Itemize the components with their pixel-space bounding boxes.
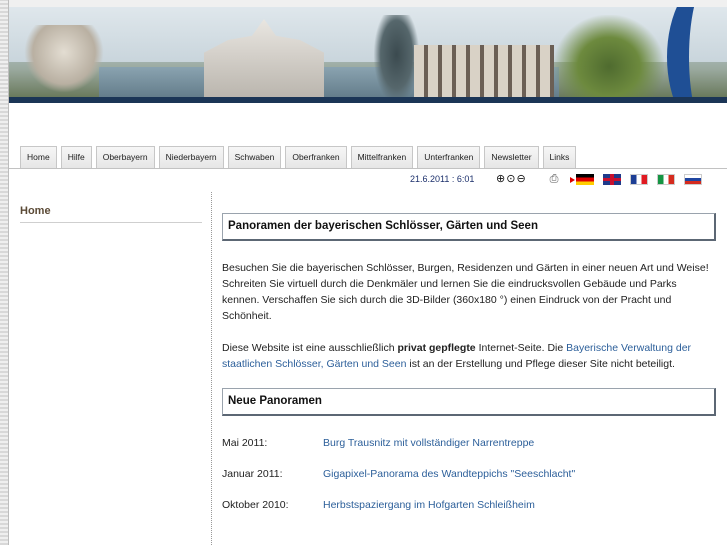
banner-bottom-bar — [9, 97, 727, 103]
flag-french-icon[interactable] — [630, 173, 649, 185]
sidebar: Home — [20, 205, 202, 223]
tab-hilfe[interactable]: Hilfe — [60, 146, 92, 168]
tab-links[interactable]: Links — [542, 146, 577, 168]
section-heading-panoramen: Panoramen der bayerischen Schlösser, Gär… — [222, 213, 716, 241]
zoom-controls: ⊕ ⊙ ⊖ — [496, 173, 526, 185]
banner-swoosh-logo — [667, 7, 727, 103]
column-divider — [211, 192, 212, 545]
tab-niederbayern[interactable]: Niederbayern — [158, 146, 224, 168]
flag-russian-icon[interactable] — [684, 173, 703, 185]
tab-newsletter[interactable]: Newsletter — [484, 146, 539, 168]
news-link[interactable]: Burg Trausnitz mit vollständiger Narrent… — [323, 435, 534, 466]
tab-oberfranken[interactable]: Oberfranken — [285, 146, 347, 168]
banner-colonnade-image — [414, 45, 554, 103]
news-link[interactable]: Gigapixel-Panorama des Wandteppichs "See… — [323, 466, 575, 497]
tab-schwaben[interactable]: Schwaben — [227, 146, 282, 168]
intro-paragraph: Besuchen Sie die bayerischen Schlösser, … — [222, 262, 709, 322]
disclaimer-bold: privat gepflegte — [397, 342, 476, 354]
nav-divider — [9, 168, 727, 169]
tab-oberbayern[interactable]: Oberbayern — [95, 146, 155, 168]
left-decorative-strip — [0, 0, 9, 545]
news-date: Januar 2011: — [222, 468, 283, 480]
banner-garden-image — [554, 15, 664, 101]
date-time-display: 21.6.2011 : 6:01 — [410, 174, 475, 184]
banner-statue-image — [24, 25, 104, 93]
tab-unterfranken[interactable]: Unterfranken — [417, 146, 481, 168]
zoom-reset-icon[interactable]: ⊙ — [506, 173, 515, 185]
tab-home[interactable]: Home — [20, 146, 57, 168]
disclaimer-paragraph: Diese Website ist eine ausschließlich pr… — [222, 340, 716, 372]
disclaimer-text-3: ist an der Erstellung und Pflege dieser … — [406, 358, 675, 370]
news-date: Mai 2011: — [222, 437, 268, 449]
disclaimer-text-2: Internet-Seite. Die — [475, 342, 567, 354]
printer-icon[interactable]: ⎙ — [550, 173, 559, 186]
flag-german-icon[interactable] — [570, 173, 595, 185]
language-flags — [570, 173, 703, 185]
main-nav: Home Hilfe Oberbayern Niederbayern Schwa… — [20, 146, 577, 168]
zoom-in-icon[interactable]: ⊕ — [496, 173, 505, 185]
disclaimer-text-1: Diese Website ist eine ausschließlich — [222, 342, 398, 354]
list-item: Oktober 2010: Herbstspaziergang im Hofga… — [222, 497, 716, 528]
flag-english-icon[interactable] — [603, 173, 622, 185]
header-banner — [9, 0, 727, 103]
section-heading-neue-panoramen: Neue Panoramen — [222, 388, 716, 416]
banner-figure-image — [374, 15, 419, 103]
news-link[interactable]: Herbstspaziergang im Hofgarten Schleißhe… — [323, 497, 535, 528]
list-item: Januar 2011: Gigapixel-Panorama des Wand… — [222, 466, 716, 497]
toolbar: 21.6.2011 : 6:01 ⊕ ⊙ ⊖ ⎙ — [410, 172, 703, 186]
main-content: Panoramen der bayerischen Schlösser, Gär… — [222, 213, 716, 528]
flag-italian-icon[interactable] — [657, 173, 676, 185]
news-list: Mai 2011: Burg Trausnitz mit vollständig… — [222, 435, 716, 528]
sidebar-item-home[interactable]: Home — [20, 205, 202, 223]
tab-mittelfranken[interactable]: Mittelfranken — [350, 146, 414, 168]
list-item: Mai 2011: Burg Trausnitz mit vollständig… — [222, 435, 716, 466]
zoom-out-icon[interactable]: ⊖ — [516, 173, 525, 185]
news-date: Oktober 2010: — [222, 499, 289, 511]
